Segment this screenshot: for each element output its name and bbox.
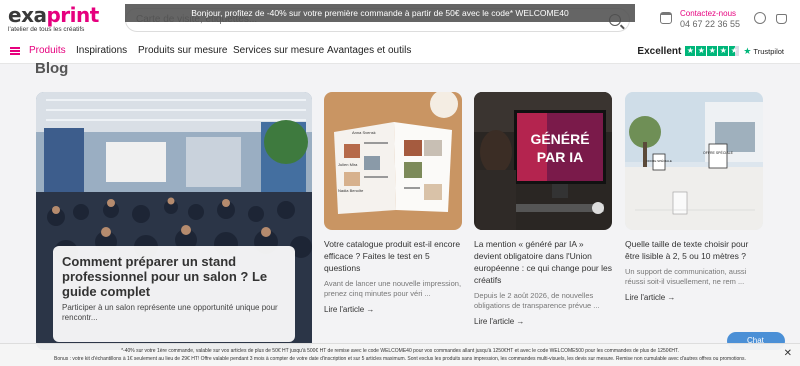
site-header: exaprint l'atelier de tous les créatifs … bbox=[0, 0, 800, 38]
bottom-promo-banner: *-40% sur votre 1ère commande, valable s… bbox=[0, 343, 800, 366]
half-star-icon: ★ bbox=[729, 46, 740, 56]
read-article-link[interactable]: Lire l'article → bbox=[474, 317, 524, 326]
page: exaprint l'atelier de tous les créatifs … bbox=[0, 0, 800, 366]
main-nav: Produits Inspirations Produits sur mesur… bbox=[0, 38, 800, 64]
close-icon[interactable]: ✕ bbox=[784, 348, 792, 359]
cart-icon[interactable] bbox=[776, 14, 787, 24]
read-article-link[interactable]: Lire l'article → bbox=[625, 293, 675, 302]
svg-text:OFFRE SPÉCIALE: OFFRE SPÉCIALE bbox=[646, 158, 672, 163]
article-card[interactable]: OFFRE SPÉCIALE OFFRE SPÉCIALE Quelle tai… bbox=[625, 92, 763, 305]
shop-bag-icon[interactable] bbox=[660, 12, 672, 24]
featured-article-caption[interactable]: Comment préparer un stand professionnel … bbox=[53, 246, 295, 342]
nav-item-avantages-outils[interactable]: Avantages et outils bbox=[327, 45, 411, 56]
nav-item-produits[interactable]: Produits bbox=[29, 45, 66, 56]
article-image-ia: GÉNÉRÉ PAR IA bbox=[474, 92, 612, 230]
contact-label[interactable]: Contactez-nous bbox=[680, 8, 740, 19]
featured-article-title[interactable]: Comment préparer un stand professionnel … bbox=[62, 254, 286, 299]
contact-block[interactable]: Contactez-nous 04 67 22 36 55 bbox=[680, 8, 740, 30]
read-article-link[interactable]: Lire l'article → bbox=[324, 305, 374, 314]
svg-text:Julien Mira: Julien Mira bbox=[338, 162, 358, 167]
svg-text:PAR IA: PAR IA bbox=[537, 149, 583, 165]
article-card[interactable]: GÉNÉRÉ PAR IA La mention « généré par IA… bbox=[474, 92, 612, 329]
hamburger-menu-icon[interactable] bbox=[10, 47, 20, 55]
article-excerpt: Avant de lancer une nouvelle impression,… bbox=[324, 279, 462, 298]
svg-text:Nadia Benoîte: Nadia Benoîte bbox=[338, 188, 364, 193]
trustpilot-stars: ★ ★ ★ ★ ★ bbox=[685, 46, 740, 56]
promo-terms-line-2: Bonus : votre kit d'échantillons à 1€ se… bbox=[54, 356, 746, 362]
article-excerpt: Depuis le 2 août 2026, de nouvelles obli… bbox=[474, 291, 600, 310]
trustpilot-star-icon: ★ bbox=[743, 45, 752, 56]
nav-item-inspirations[interactable]: Inspirations bbox=[76, 45, 127, 56]
promo-terms-line-1: *-40% sur votre 1ère commande, valable s… bbox=[121, 348, 679, 354]
star-icon: ★ bbox=[718, 46, 729, 56]
article-image-signage: OFFRE SPÉCIALE OFFRE SPÉCIALE bbox=[625, 92, 763, 230]
contact-phone[interactable]: 04 67 22 36 55 bbox=[680, 19, 740, 30]
star-icon: ★ bbox=[707, 46, 718, 56]
star-icon: ★ bbox=[696, 46, 707, 56]
svg-text:GÉNÉRÉ: GÉNÉRÉ bbox=[530, 131, 589, 147]
trustpilot-widget[interactable]: Excellent ★ ★ ★ ★ ★ ★ Trustpilot bbox=[637, 43, 784, 59]
featured-article-excerpt: Participer à un salon représente une opp… bbox=[62, 303, 278, 322]
featured-article[interactable]: Comment préparer un stand professionnel … bbox=[36, 92, 312, 350]
svg-text:Anna Svensk: Anna Svensk bbox=[352, 130, 376, 135]
trustpilot-logo: ★ Trustpilot bbox=[743, 45, 784, 56]
article-image-catalogue: Anna Svensk Julien Mira Nadia Benoîte bbox=[324, 92, 462, 230]
logo-wordmark: exaprint bbox=[8, 3, 99, 27]
article-title[interactable]: La mention « généré par IA » devient obl… bbox=[474, 238, 612, 286]
nav-item-produits-sur-mesure[interactable]: Produits sur mesure bbox=[138, 45, 227, 56]
blog-heading: Blog bbox=[35, 60, 69, 77]
star-icon: ★ bbox=[685, 46, 696, 56]
svg-text:OFFRE SPÉCIALE: OFFRE SPÉCIALE bbox=[703, 150, 734, 155]
logo[interactable]: exaprint l'atelier de tous les créatifs bbox=[8, 5, 128, 35]
user-account-icon[interactable] bbox=[754, 12, 766, 24]
article-card[interactable]: Anna Svensk Julien Mira Nadia Benoîte Vo… bbox=[324, 92, 462, 317]
nav-item-services-sur-mesure[interactable]: Services sur mesure bbox=[233, 45, 324, 56]
article-title[interactable]: Votre catalogue produit est-il encore ef… bbox=[324, 238, 462, 274]
article-title[interactable]: Quelle taille de texte choisir pour être… bbox=[625, 238, 763, 262]
promo-banner: Bonjour, profitez de -40% sur votre prem… bbox=[125, 4, 635, 22]
logo-tagline: l'atelier de tous les créatifs bbox=[8, 26, 85, 33]
trustpilot-rating-label: Excellent bbox=[637, 45, 682, 57]
article-excerpt: Un support de communication, aussi réuss… bbox=[625, 267, 747, 286]
